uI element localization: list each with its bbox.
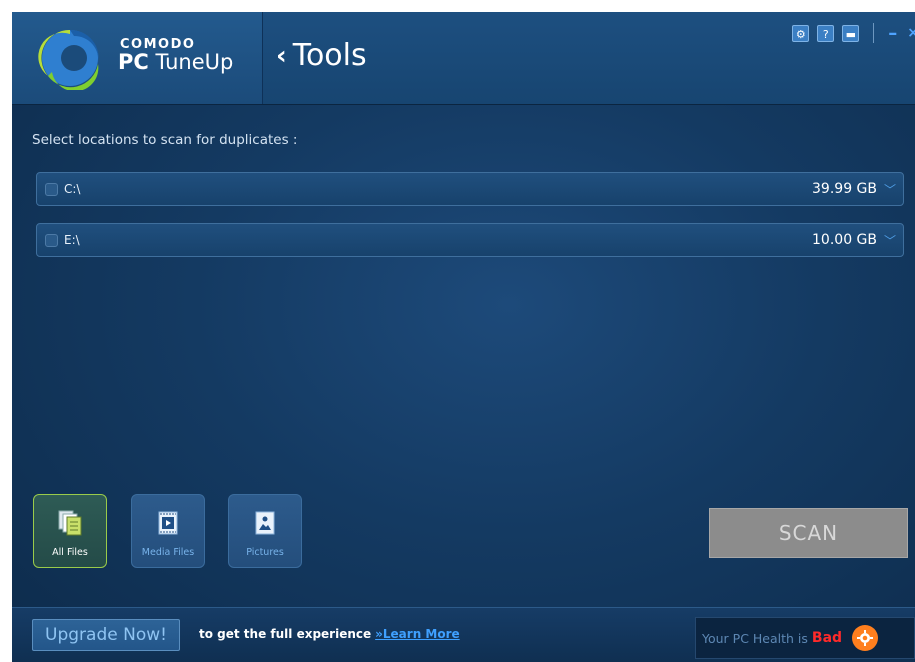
drive-size: 39.99 GB (812, 181, 877, 197)
scan-prompt: Select locations to scan for duplicates … (32, 132, 298, 148)
comodo-logo-icon (38, 29, 99, 90)
back-to-tools-button[interactable]: ‹ Tools (276, 38, 367, 73)
app-window: COMODO PC TuneUp ‹ Tools ⚙ ? ▬ – × Selec… (12, 12, 915, 662)
promo-text: to get the full experience »Learn More (199, 627, 460, 641)
all-files-icon (58, 510, 82, 536)
pictures-icon (255, 511, 275, 535)
header: COMODO PC TuneUp ‹ Tools ⚙ ? ▬ – × (12, 12, 915, 105)
title-bar-controls: ⚙ ? ▬ – × (792, 22, 915, 44)
drive-size: 10.00 GB (812, 232, 877, 248)
health-warning-icon (852, 625, 879, 651)
file-type-media-files[interactable]: Media Files (131, 494, 205, 568)
health-value: Bad (811, 630, 843, 646)
drive-checkbox-e[interactable] (45, 233, 58, 247)
media-files-icon (158, 511, 178, 535)
minimize-button[interactable]: – (888, 23, 897, 44)
pc-health-status[interactable]: Your PC Health is Bad (695, 617, 915, 659)
drive-checkbox-c[interactable] (45, 182, 58, 196)
brand-product: PC TuneUp (118, 50, 234, 74)
drive-row-e[interactable]: E:\ 10.00 GB ﹀ (36, 223, 904, 257)
gear-icon[interactable]: ⚙ (792, 24, 810, 42)
help-icon[interactable]: ? (817, 24, 835, 42)
page-title: Tools (292, 38, 367, 73)
logo-pane: COMODO PC TuneUp (12, 12, 263, 104)
learn-more-link[interactable]: »Learn More (375, 627, 460, 641)
file-type-label: Pictures (246, 547, 284, 558)
close-button[interactable]: × (907, 25, 915, 41)
footer: Upgrade Now! to get the full experience»… (12, 607, 915, 662)
file-type-all-files[interactable]: All Files (33, 494, 107, 568)
scan-button[interactable]: SCAN (709, 508, 908, 558)
chevron-down-icon[interactable]: ﹀ (877, 232, 903, 249)
drive-row-c[interactable]: C:\ 39.99 GB ﹀ (36, 172, 904, 206)
chevron-down-icon[interactable]: ﹀ (877, 181, 903, 198)
chat-icon[interactable]: ▬ (842, 24, 860, 42)
drive-label: E:\ (64, 233, 80, 247)
file-type-pictures[interactable]: Pictures (228, 494, 302, 568)
chevron-left-icon: ‹ (276, 40, 287, 71)
drive-label: C:\ (64, 182, 81, 196)
divider (873, 23, 875, 43)
file-type-label: All Files (52, 547, 88, 558)
health-label: Your PC Health is (702, 630, 808, 646)
upgrade-now-button[interactable]: Upgrade Now! (32, 619, 180, 651)
file-type-label: Media Files (141, 547, 195, 558)
